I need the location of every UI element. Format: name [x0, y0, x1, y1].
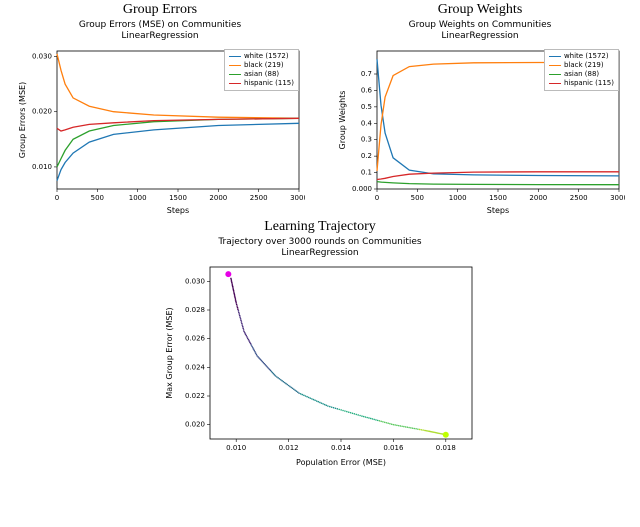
legend-label: white (1572) [244, 52, 289, 61]
svg-text:0.024: 0.024 [185, 363, 206, 371]
svg-text:Group Errors (MSE): Group Errors (MSE) [18, 81, 27, 157]
legend-item: black (219) [549, 61, 614, 70]
svg-text:3000: 3000 [610, 194, 625, 202]
legend-label: asian (88) [244, 70, 279, 79]
svg-text:1500: 1500 [169, 194, 187, 202]
svg-text:Max Group Error (MSE): Max Group Error (MSE) [165, 307, 174, 398]
plot-title-line2: LinearRegression [441, 31, 518, 41]
legend-swatch [229, 74, 241, 75]
legend-label: black (219) [244, 61, 284, 70]
svg-text:0.014: 0.014 [331, 444, 352, 452]
plot-title-line2: LinearRegression [281, 248, 358, 258]
svg-text:1000: 1000 [449, 194, 467, 202]
svg-text:0.016: 0.016 [383, 444, 404, 452]
svg-text:0.1: 0.1 [361, 168, 372, 176]
svg-text:3000: 3000 [290, 194, 305, 202]
svg-text:0.022: 0.022 [185, 392, 205, 400]
plot-title-trajectory: Trajectory over 3000 rounds on Communiti… [218, 237, 421, 260]
legend-swatch [229, 56, 241, 57]
svg-text:0.026: 0.026 [185, 335, 206, 343]
svg-text:0.4: 0.4 [361, 119, 373, 127]
svg-text:2000: 2000 [529, 194, 547, 202]
section-label-weights: Group Weights [438, 2, 523, 18]
section-label-errors: Group Errors [123, 2, 197, 18]
legend-label: black (219) [564, 61, 604, 70]
svg-text:Steps: Steps [487, 206, 509, 215]
legend-item: hispanic (115) [229, 79, 294, 88]
trajectory-chart: 0.010 0.012 0.014 0.016 0.018 0.020 0.022 0.024… [160, 261, 480, 469]
svg-text:Group Weights: Group Weights [338, 90, 347, 149]
plot-title-line1: Group Weights on Communities [409, 20, 552, 30]
section-label-trajectory: Learning Trajectory [264, 219, 376, 235]
trajectory-cell: Learning Trajectory Trajectory over 3000… [0, 217, 640, 470]
svg-text:2500: 2500 [250, 194, 268, 202]
svg-text:500: 500 [91, 194, 104, 202]
svg-text:0.020: 0.020 [32, 107, 52, 115]
plot-title-weights: Group Weights on Communities LinearRegre… [409, 20, 552, 43]
svg-text:0: 0 [55, 194, 59, 202]
svg-text:0.3: 0.3 [361, 135, 372, 143]
legend-label: white (1572) [564, 52, 609, 61]
plot-title-line2: LinearRegression [121, 31, 198, 41]
legend-swatch [549, 74, 561, 75]
plot-title-line1: Group Errors (MSE) on Communities [79, 20, 241, 30]
svg-text:1000: 1000 [129, 194, 147, 202]
plot-title-line1: Trajectory over 3000 rounds on Communiti… [218, 237, 421, 247]
svg-text:0.012: 0.012 [279, 444, 299, 452]
legend-swatch [229, 65, 241, 66]
legend-label: hispanic (115) [244, 79, 294, 88]
svg-text:0.018: 0.018 [436, 444, 456, 452]
svg-text:0.030: 0.030 [185, 277, 205, 285]
svg-text:0.5: 0.5 [361, 102, 372, 110]
svg-text:0.000: 0.000 [352, 185, 372, 193]
legend-item: white (1572) [549, 52, 614, 61]
svg-text:Population Error (MSE): Population Error (MSE) [296, 458, 386, 467]
legend-swatch [549, 83, 561, 84]
legend-label: hispanic (115) [564, 79, 614, 88]
svg-text:0.010: 0.010 [32, 162, 52, 170]
legend: white (1572)black (219)asian (88)hispani… [544, 49, 619, 91]
legend-swatch [229, 83, 241, 84]
svg-text:0.030: 0.030 [32, 52, 52, 60]
svg-text:2500: 2500 [570, 194, 588, 202]
legend-item: hispanic (115) [549, 79, 614, 88]
svg-text:0.028: 0.028 [185, 306, 205, 314]
svg-text:2000: 2000 [209, 194, 227, 202]
group-errors-cell: Group Errors Group Errors (MSE) on Commu… [5, 0, 315, 217]
group-errors-chart: 0 500 1000 1500 2000 2500 3000 0.010 0.020 0.030 S… [15, 45, 305, 217]
svg-text:0.7: 0.7 [361, 70, 372, 78]
legend-item: asian (88) [229, 70, 294, 79]
legend-item: black (219) [229, 61, 294, 70]
legend-label: asian (88) [564, 70, 599, 79]
svg-text:500: 500 [411, 194, 424, 202]
legend-item: asian (88) [549, 70, 614, 79]
group-weights-cell: Group Weights Group Weights on Communiti… [325, 0, 635, 217]
svg-text:0: 0 [375, 194, 379, 202]
legend: white (1572)black (219)asian (88)hispani… [224, 49, 299, 91]
svg-text:0.2: 0.2 [361, 152, 372, 160]
svg-text:0.020: 0.020 [185, 421, 205, 429]
svg-text:0.010: 0.010 [226, 444, 246, 452]
group-weights-chart: 0 500 1000 1500 2000 2500 3000 0.000 0.1 0.2 0.3 0.… [335, 45, 625, 217]
legend-swatch [549, 56, 561, 57]
legend-swatch [549, 65, 561, 66]
svg-text:1500: 1500 [489, 194, 507, 202]
svg-text:0.6: 0.6 [361, 86, 373, 94]
legend-item: white (1572) [229, 52, 294, 61]
plot-title-errors: Group Errors (MSE) on Communities Linear… [79, 20, 241, 43]
svg-text:Steps: Steps [167, 206, 189, 215]
